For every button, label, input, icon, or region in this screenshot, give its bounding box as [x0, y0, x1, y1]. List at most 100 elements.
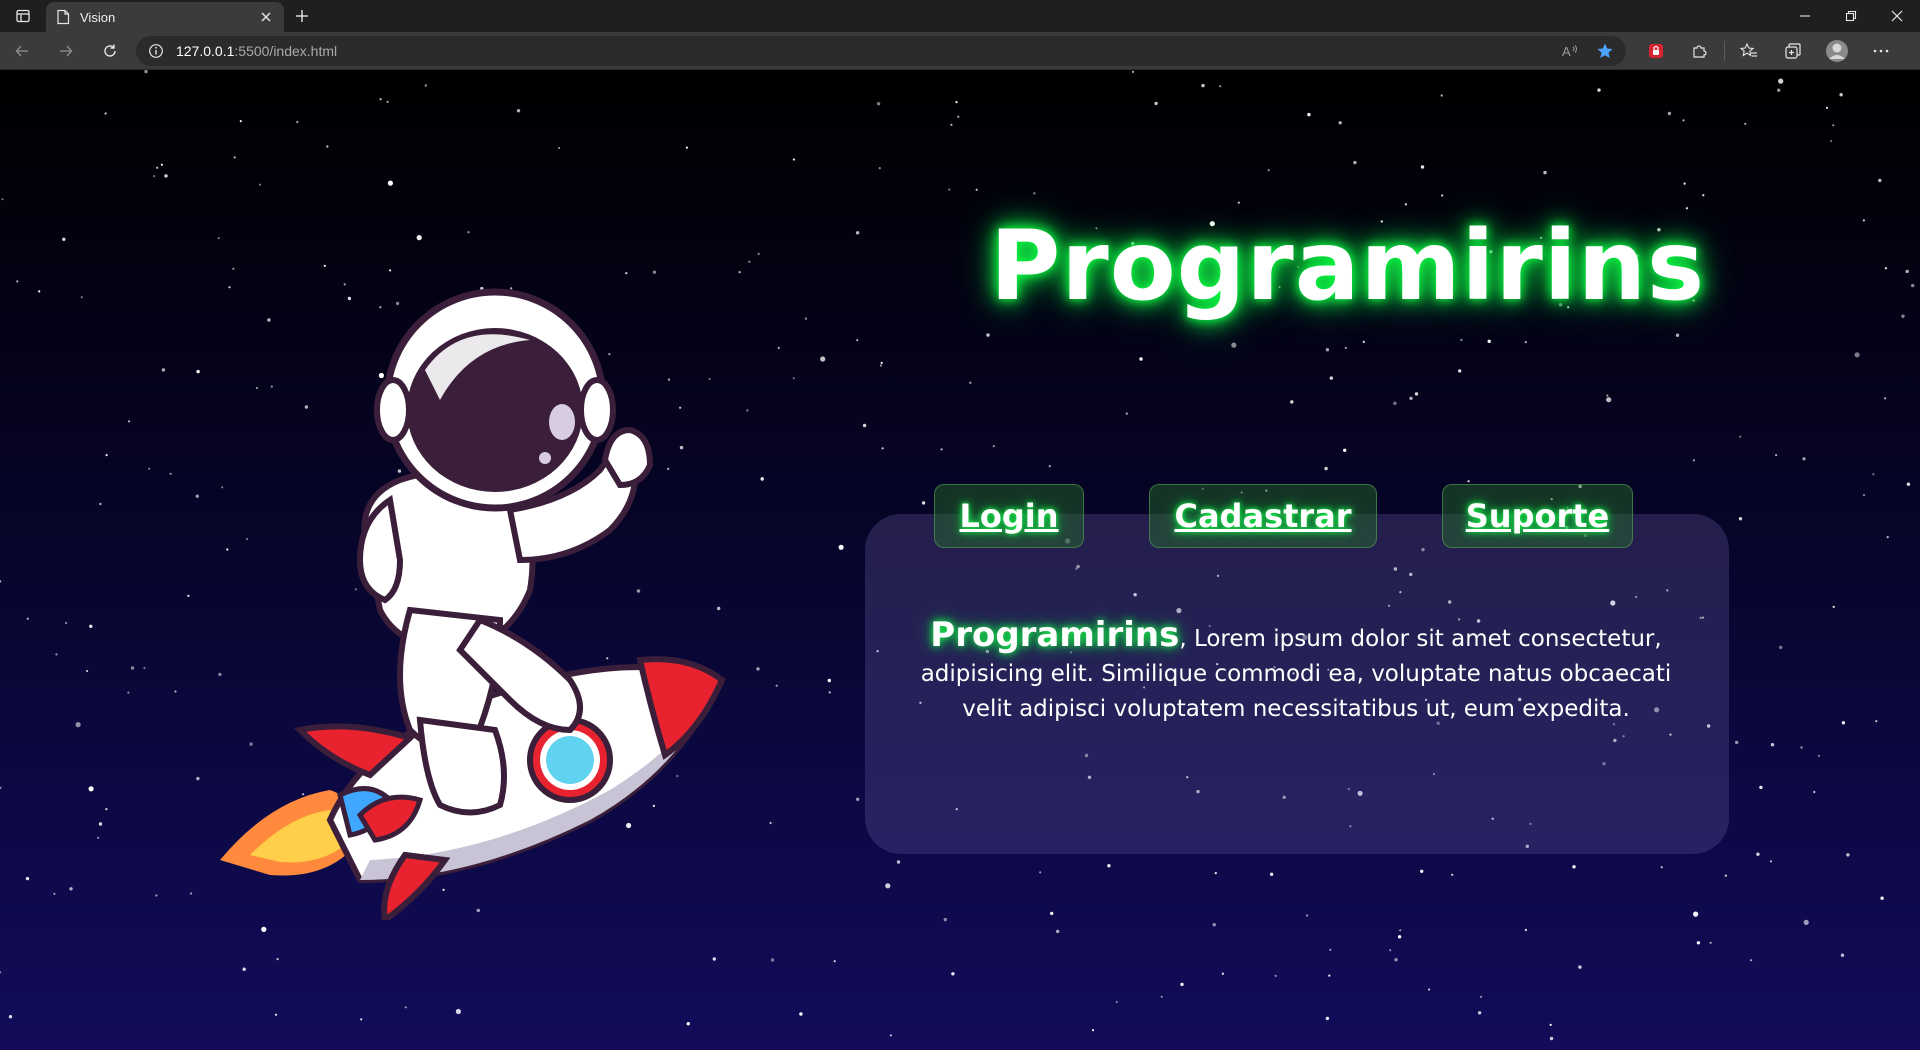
- star: [80, 296, 83, 299]
- star: [1606, 394, 1609, 397]
- star: [156, 166, 159, 169]
- url-field[interactable]: 127.0.0.1:5500/index.html A: [136, 35, 1626, 66]
- star: [75, 722, 81, 728]
- star: [1832, 124, 1835, 127]
- star: [1724, 874, 1727, 877]
- star: [1091, 1029, 1095, 1032]
- page-viewport: Programirins Login Cadastrar Suporte Pro…: [0, 70, 1920, 1050]
- star: [1803, 919, 1809, 926]
- minimize-button[interactable]: [1782, 0, 1828, 32]
- star: [1353, 160, 1357, 165]
- profile-button[interactable]: [1815, 32, 1859, 70]
- read-aloud-icon[interactable]: A: [1562, 43, 1580, 59]
- star: [258, 183, 262, 186]
- star: [128, 420, 131, 423]
- nav-suporte-link[interactable]: Suporte: [1442, 484, 1633, 548]
- nav-cadastrar-link[interactable]: Cadastrar: [1149, 484, 1377, 548]
- star: [360, 1018, 363, 1021]
- site-info-icon[interactable]: [148, 43, 164, 59]
- forward-arrow-icon: [60, 45, 73, 56]
- star: [1420, 165, 1425, 169]
- star: [1154, 101, 1158, 106]
- star: [1328, 974, 1331, 977]
- star: [1749, 959, 1753, 962]
- tab-actions-button[interactable]: [0, 0, 46, 32]
- star: [975, 188, 978, 191]
- star: [1886, 536, 1889, 539]
- star: [1221, 972, 1224, 975]
- forward-button[interactable]: [44, 32, 88, 70]
- star: [1487, 339, 1491, 343]
- nav-login-link[interactable]: Login: [934, 484, 1084, 548]
- back-button[interactable]: [0, 32, 44, 70]
- close-window-button[interactable]: [1874, 0, 1920, 32]
- favorite-star-icon[interactable]: [1596, 42, 1614, 60]
- extensions-button[interactable]: [1678, 32, 1722, 70]
- star: [943, 917, 947, 922]
- browser-tab[interactable]: Vision: [46, 2, 284, 32]
- url-host: 127.0.0.1: [176, 42, 235, 59]
- favorites-icon: [1740, 42, 1757, 57]
- star: [1237, 201, 1240, 204]
- star: [1606, 397, 1612, 403]
- star: [1325, 348, 1330, 352]
- settings-more-button[interactable]: [1859, 32, 1903, 70]
- star: [1, 198, 4, 201]
- star: [0, 786, 2, 789]
- star: [1854, 352, 1860, 358]
- star: [756, 667, 760, 671]
- star: [1338, 121, 1342, 125]
- star: [1905, 269, 1909, 274]
- star: [99, 502, 102, 506]
- collections-button[interactable]: [1771, 32, 1815, 70]
- star: [1428, 988, 1431, 991]
- star: [1817, 754, 1820, 757]
- star: [1735, 740, 1739, 745]
- star: [1231, 342, 1237, 348]
- star: [1825, 106, 1829, 109]
- collections-icon: [1785, 42, 1801, 59]
- star: [1524, 928, 1527, 932]
- star: [1813, 790, 1816, 794]
- star: [1274, 974, 1277, 978]
- new-tab-button[interactable]: [284, 0, 320, 32]
- star: [1458, 369, 1462, 373]
- star: [738, 271, 741, 274]
- password-extension-icon: [1649, 43, 1663, 58]
- star: [386, 100, 389, 103]
- star: [896, 860, 901, 864]
- star: [1878, 178, 1882, 183]
- star: [1139, 357, 1143, 361]
- info-description: Programirins, Lorem ipsum dolor sit amet…: [895, 618, 1697, 727]
- star: [155, 894, 158, 897]
- star: [467, 231, 470, 234]
- star: [686, 1022, 690, 1026]
- star: [1329, 376, 1334, 380]
- favorites-button[interactable]: [1727, 32, 1771, 70]
- star: [239, 120, 242, 123]
- star: [65, 621, 68, 625]
- star: [190, 892, 193, 895]
- star: [820, 356, 826, 362]
- star: [889, 1034, 893, 1037]
- star: [144, 70, 148, 74]
- star: [880, 361, 883, 364]
- reload-icon: [104, 44, 116, 57]
- restore-button[interactable]: [1828, 0, 1874, 32]
- star: [1549, 1023, 1552, 1026]
- star: [748, 260, 751, 263]
- star: [1477, 1011, 1482, 1015]
- star: [1693, 911, 1699, 917]
- star: [1683, 182, 1686, 185]
- star: [1212, 923, 1216, 927]
- star: [1480, 995, 1483, 999]
- extension-button[interactable]: [1634, 32, 1678, 70]
- reload-button[interactable]: [88, 32, 132, 70]
- star: [1777, 88, 1781, 92]
- close-tab-icon[interactable]: [258, 9, 274, 25]
- star: [69, 887, 73, 891]
- star: [876, 102, 881, 106]
- star: [1290, 400, 1294, 404]
- star: [1862, 219, 1865, 222]
- minimize-icon: [1800, 15, 1810, 17]
